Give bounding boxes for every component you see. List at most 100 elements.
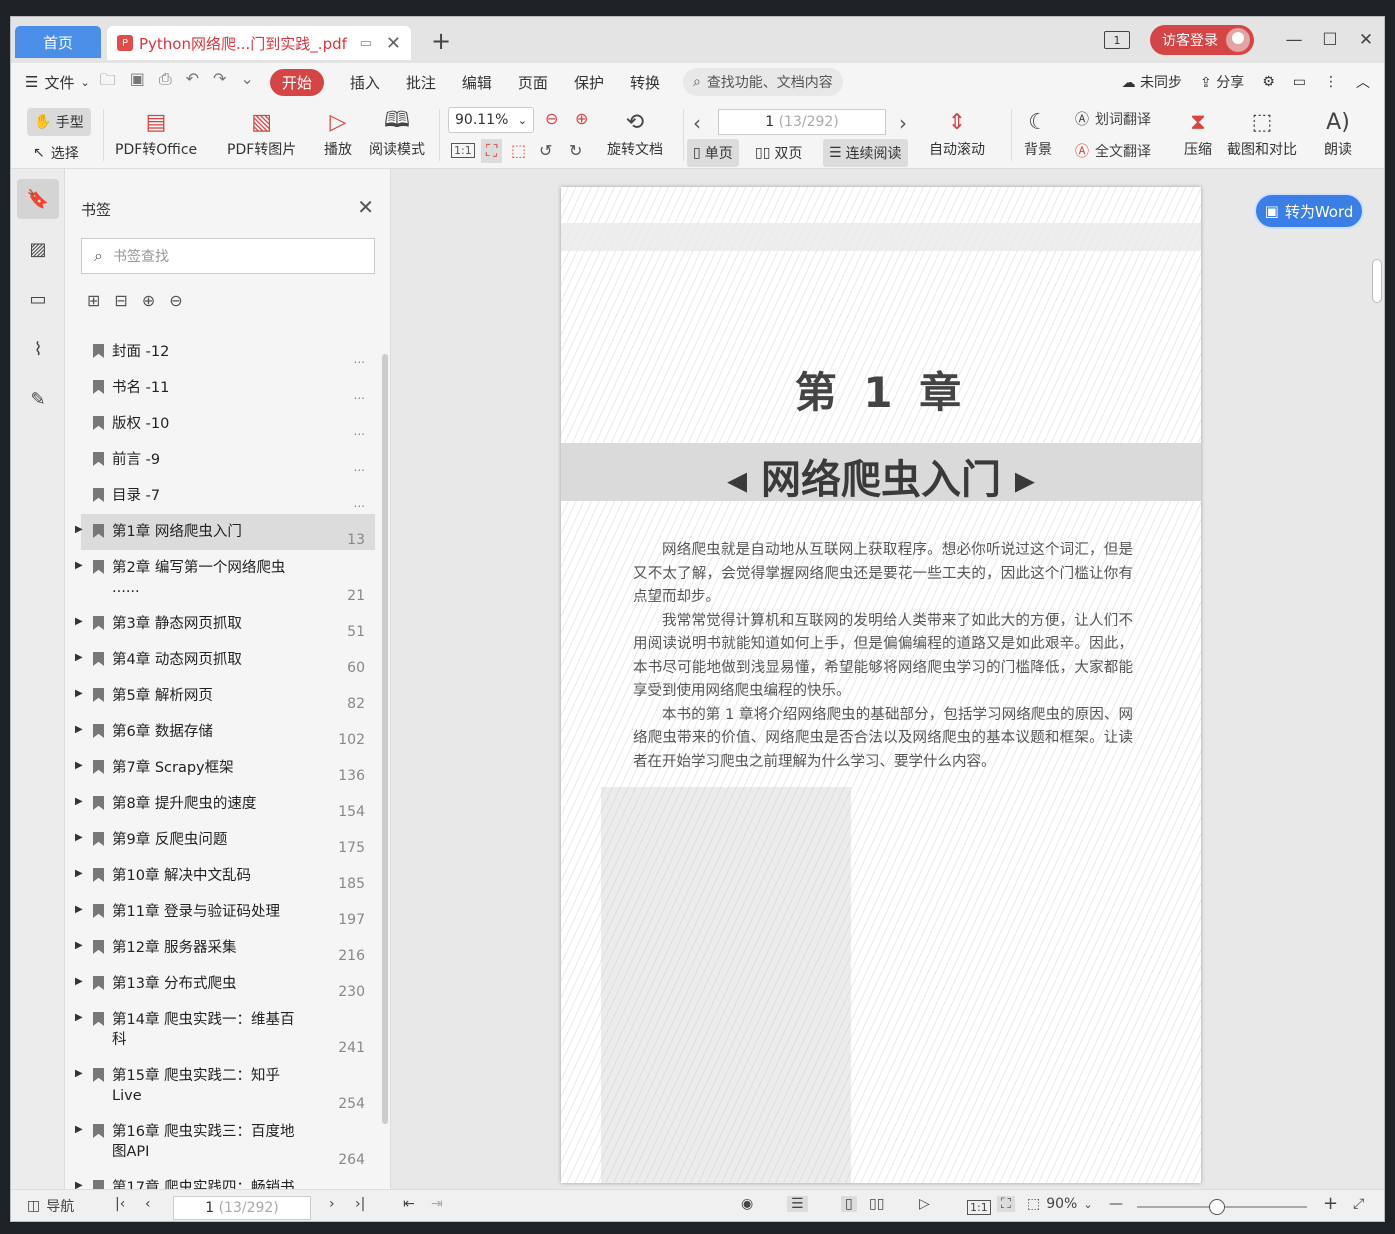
redo-icon[interactable]: ↷ — [213, 69, 226, 96]
collapse-ribbon-icon[interactable]: ︿ — [1356, 72, 1370, 92]
next-page-icon[interactable]: › — [329, 1196, 335, 1212]
double-page-button[interactable]: ▯▯ 双页 — [749, 139, 808, 167]
bookmark-item[interactable]: ▶ 第15章 爬虫实践二：知乎Live 254 — [75, 1058, 375, 1114]
attachment-icon[interactable]: ⌇ — [17, 329, 59, 369]
read-aloud-button[interactable]: A) 朗读 — [1321, 105, 1355, 159]
more-icon[interactable]: ⋮ — [1324, 74, 1338, 90]
bookmark-item[interactable]: ▶ 第9章 反爬虫问题 175 — [75, 822, 375, 858]
nav-toggle-button[interactable]: ◫ 导航 — [27, 1196, 74, 1216]
continuous-read-button[interactable]: ☰ 连续阅读 — [823, 139, 908, 167]
bookmark-item[interactable]: ▶ 第2章 编写第一个网络爬虫 ...... 21 — [75, 550, 375, 606]
last-page-icon[interactable]: ›| — [355, 1196, 365, 1212]
menu-protect[interactable]: 保护 — [574, 72, 604, 93]
expand-arrow-icon[interactable]: ▶ — [75, 976, 83, 987]
background-button[interactable]: ☾ 背景 — [1021, 105, 1055, 159]
expand-arrow-icon[interactable]: ▶ — [75, 524, 83, 535]
convert-to-word-button[interactable]: ▣ 转为Word — [1254, 193, 1364, 229]
play-button[interactable]: ▷ 播放 — [321, 105, 355, 159]
bookmark-icon[interactable]: 🔖 — [17, 179, 59, 219]
select-tool-button[interactable]: ↖ 选择 — [33, 143, 79, 163]
document-viewport[interactable]: 第 1 章 ◂ 网络爬虫入门 ▸ 网络爬虫就是自动地从互联网上获取程序。想必你听… — [391, 169, 1384, 1189]
expand-arrow-icon[interactable]: ▶ — [75, 868, 83, 879]
gear-icon[interactable]: ⚙ — [1262, 74, 1275, 90]
bookmark-search-input[interactable]: ⌕ 书签查找 — [81, 238, 375, 274]
expand-arrow-icon[interactable]: ▶ — [75, 796, 83, 807]
fullscreen-icon[interactable]: ⤢ — [1353, 1196, 1364, 1212]
zoom-in-icon[interactable]: ⊕ — [575, 109, 588, 128]
expand-arrow-icon[interactable]: ▶ — [75, 652, 83, 663]
comment-icon[interactable]: ▭ — [1293, 74, 1306, 90]
tab-document[interactable]: P Python网络爬...门到实践_.pdf ▭ ✕ — [107, 26, 411, 60]
expand-arrow-icon[interactable]: ▶ — [75, 724, 83, 735]
auto-scroll-button[interactable]: ⇕ 自动滚动 — [929, 105, 985, 159]
expand-arrow-icon[interactable]: ▶ — [75, 760, 83, 771]
bookmark-item[interactable]: ▶ 第14章 爬虫实践一：维基百科 241 — [75, 1002, 375, 1058]
expand-arrow-icon[interactable]: ▶ — [75, 832, 83, 843]
bookmark-item[interactable]: ▶ 第13章 分布式爬虫 230 — [75, 966, 375, 1002]
zoom-slider-knob[interactable] — [1209, 1199, 1225, 1215]
double-page-mode-icon[interactable]: ▯▯ — [869, 1196, 884, 1212]
new-tab-button[interactable]: + — [431, 27, 451, 55]
first-page-icon[interactable]: |‹ — [115, 1196, 125, 1212]
menu-edit[interactable]: 编辑 — [462, 72, 492, 93]
menu-annotate[interactable]: 批注 — [406, 72, 436, 93]
page-number-input[interactable]: 1 (13/292) — [718, 109, 886, 135]
guest-login-button[interactable]: 访客登录 — [1150, 25, 1254, 55]
pdf-to-office-button[interactable]: ▤ PDF转Office — [115, 105, 197, 159]
expand-arrow-icon[interactable]: ▶ — [75, 940, 83, 951]
zoom-slider[interactable] — [1137, 1199, 1307, 1215]
file-menu[interactable]: ☰ 文件 ⌄ — [25, 72, 90, 93]
open-folder-icon[interactable]: 🗀 — [100, 69, 116, 96]
bookmark-item[interactable]: 前言 -9... — [81, 442, 375, 478]
prev-page-icon[interactable]: ‹ — [693, 111, 701, 135]
pin-icon[interactable]: ▭ — [360, 36, 372, 51]
expand-arrow-icon[interactable]: ▶ — [75, 616, 83, 627]
continuous-mode-icon[interactable]: ☰ — [787, 1196, 808, 1212]
next-page-icon[interactable]: › — [899, 111, 907, 135]
expand-all-icon[interactable]: ⊞ — [87, 291, 100, 310]
screenshot-compare-button[interactable]: ⬚ 截图和对比 — [1227, 105, 1297, 159]
bookmark-item[interactable]: ▶ 第4章 动态网页抓取 60 — [75, 642, 375, 678]
expand-arrow-icon[interactable]: ▶ — [75, 1124, 83, 1135]
menu-convert[interactable]: 转换 — [630, 72, 660, 93]
expand-arrow-icon[interactable]: ▶ — [75, 560, 83, 571]
bookmark-item[interactable]: 版权 -10... — [81, 406, 375, 442]
expand-arrow-icon[interactable]: ▶ — [75, 688, 83, 699]
maximize-button[interactable]: ☐ — [1312, 30, 1348, 50]
signature-icon[interactable]: ✎ — [17, 379, 59, 419]
single-page-button[interactable]: ▯ 单页 — [687, 139, 739, 167]
status-zoom-select[interactable]: ⬚ 90% ⌄ — [1027, 1196, 1093, 1212]
save-icon[interactable]: ▣ — [130, 69, 145, 96]
expand-arrow-icon[interactable]: ▶ — [75, 1012, 83, 1023]
word-translate-button[interactable]: Ⓐ 划词翻译 — [1075, 109, 1151, 129]
menu-page[interactable]: 页面 — [518, 72, 548, 93]
document-scrollbar[interactable] — [1372, 259, 1382, 303]
actual-size-icon[interactable]: 1:1 — [451, 143, 475, 158]
bookmark-item[interactable]: ▶ 第1章 网络爬虫入门 13 — [75, 514, 375, 550]
fit-page-icon[interactable]: ⛶ — [997, 1196, 1015, 1212]
rotate-doc-button[interactable]: ⟲ 旋转文档 — [607, 105, 663, 159]
bookmark-item[interactable]: 书名 -11... — [81, 370, 375, 406]
print-icon[interactable]: ⎙ — [159, 69, 172, 96]
undo-icon[interactable]: ↶ — [186, 69, 199, 96]
rotate-right-icon[interactable]: ↻ — [569, 141, 582, 160]
menu-start[interactable]: 开始 — [269, 68, 324, 96]
bookmark-item[interactable]: ▶ 第5章 解析网页 82 — [75, 678, 375, 714]
bookmark-item[interactable]: ▶ 第11章 登录与验证码处理 197 — [75, 894, 375, 930]
bookmark-item[interactable]: ▶ 第6章 数据存储 102 — [75, 714, 375, 750]
fit-width-icon[interactable]: ⬚ — [511, 141, 526, 160]
comment-icon[interactable]: ▭ — [17, 279, 59, 319]
forward-icon[interactable]: ⇥ — [431, 1196, 443, 1212]
bookmark-item[interactable]: ▶ 第7章 Scrapy框架 136 — [75, 750, 375, 786]
add-bookmark-icon[interactable]: ⊕ — [142, 291, 155, 310]
bookmark-item[interactable]: ▶ 第16章 爬虫实践三：百度地图API 264 — [75, 1114, 375, 1170]
single-page-mode-icon[interactable]: ▯ — [841, 1196, 857, 1212]
zoom-out-icon[interactable]: — — [1109, 1196, 1123, 1212]
delete-bookmark-icon[interactable]: ⊖ — [169, 291, 182, 310]
read-mode-button[interactable]: 🕮 阅读模式 — [369, 105, 425, 159]
rotate-left-icon[interactable]: ↺ — [539, 141, 552, 160]
prev-page-icon[interactable]: ‹ — [145, 1196, 151, 1212]
close-tab-icon[interactable]: ✕ — [386, 33, 401, 54]
expand-arrow-icon[interactable]: ▶ — [75, 1068, 83, 1079]
status-page-input[interactable]: 1 (13/292) — [173, 1196, 311, 1220]
